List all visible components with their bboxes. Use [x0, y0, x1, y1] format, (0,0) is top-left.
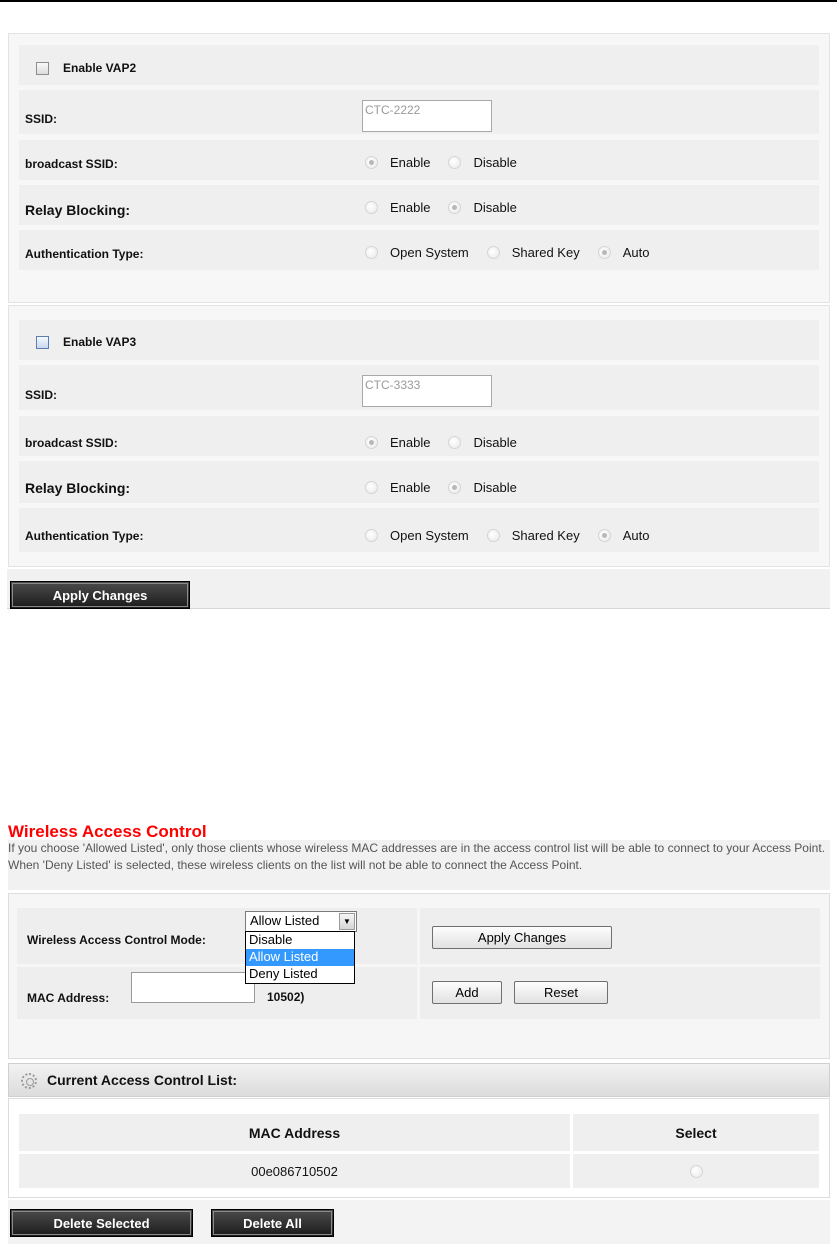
vap2-relay-disable-radio[interactable]: [448, 201, 462, 214]
acl-action-bar: Delete Selected Delete All: [8, 1200, 830, 1244]
vap3-broadcast-enable-label: Enable: [390, 435, 431, 450]
gear-icon: [21, 1073, 37, 1089]
vap3-enable-row: Enable VAP3: [19, 320, 819, 360]
table-row-select: [573, 1154, 819, 1188]
vap2-broadcast-disable-radio[interactable]: [448, 156, 462, 169]
vap3-auth-label: Authentication Type:: [25, 529, 144, 543]
vap2-relay-label: Relay Blocking:: [25, 202, 131, 218]
vap3-ssid-row: SSID: CTC-3333: [19, 365, 819, 410]
mode-dropdown-list: Disable Allow Listed Deny Listed: [245, 931, 355, 984]
vap3-relay-label: Relay Blocking:: [25, 480, 131, 496]
vap3-auth-auto-label: Auto: [622, 528, 650, 543]
acl-title: Current Access Control List:: [47, 1072, 238, 1088]
top-divider: [0, 0, 837, 2]
vap2-ssid-input[interactable]: CTC-2222: [362, 100, 492, 132]
wac-form: Wireless Access Control Mode: Apply Chan…: [8, 893, 830, 1059]
vap3-relay-disable-radio[interactable]: [448, 481, 462, 494]
vap3-relay-disable-label: Disable: [473, 480, 517, 495]
vap2-relay-radios: Enable Disable: [365, 200, 535, 215]
vap2-broadcast-radios: Enable Disable: [365, 155, 535, 170]
vap3-broadcast-enable-radio[interactable]: [365, 436, 378, 449]
vap-apply-bar: Apply Changes: [7, 569, 830, 609]
vap2-auth-row: Authentication Type: Open System Shared …: [19, 230, 819, 270]
vap-apply-changes-button[interactable]: Apply Changes: [10, 581, 190, 609]
wac-description: If you choose 'Allowed Listed', only tho…: [8, 841, 825, 872]
vap2-auth-open-radio[interactable]: [365, 246, 378, 259]
vap2-enable-label: Enable VAP2: [63, 61, 137, 75]
vap3-broadcast-label: broadcast SSID:: [25, 436, 118, 450]
mode-select-value: Allow Listed: [250, 913, 320, 928]
mac-address-label: MAC Address:: [27, 991, 110, 1005]
vap2-broadcast-enable-radio[interactable]: [365, 156, 378, 169]
vap3-auth-open-radio[interactable]: [365, 529, 378, 542]
vap2-enable-row: Enable VAP2: [19, 45, 819, 85]
vap2-ssid-row: SSID: CTC-2222: [19, 90, 819, 134]
reset-button[interactable]: Reset: [514, 981, 608, 1004]
vap2-auth-auto-radio[interactable]: [597, 246, 611, 259]
vap3-ssid-input[interactable]: CTC-3333: [362, 375, 492, 407]
vap3-broadcast-radios: Enable Disable: [365, 435, 535, 450]
vap2-auth-radios: Open System Shared Key Auto: [365, 245, 667, 260]
vap2-ssid-label: SSID:: [25, 112, 58, 126]
vap3-relay-row: Relay Blocking: Enable Disable: [19, 461, 819, 503]
vap2-broadcast-disable-label: Disable: [473, 155, 517, 170]
vap3-relay-radios: Enable Disable: [365, 480, 535, 495]
vap2-auth-shared-radio[interactable]: [486, 246, 500, 259]
vap2-relay-enable-radio[interactable]: [365, 201, 378, 214]
mode-option-allow-listed[interactable]: Allow Listed: [246, 949, 354, 966]
delete-selected-button[interactable]: Delete Selected: [10, 1209, 193, 1237]
mac-address-input[interactable]: [131, 972, 255, 1003]
vap2-auth-shared-label: Shared Key: [511, 245, 580, 260]
acl-row-select-radio[interactable]: [689, 1164, 703, 1178]
vap3-broadcast-row: broadcast SSID: Enable Disable: [19, 416, 819, 456]
vap3-auth-shared-radio[interactable]: [486, 529, 500, 542]
vap2-auth-auto-label: Auto: [622, 245, 650, 260]
wac-title: Wireless Access Control: [8, 822, 207, 841]
vap3-enable-label: Enable VAP3: [63, 335, 137, 349]
vap2-enable-checkbox[interactable]: [36, 62, 49, 75]
vap3-relay-enable-label: Enable: [390, 480, 431, 495]
vap2-relay-disable-label: Disable: [473, 200, 517, 215]
delete-all-button[interactable]: Delete All: [211, 1209, 334, 1237]
acl-col-select: Select: [573, 1114, 819, 1151]
vap3-relay-enable-radio[interactable]: [365, 481, 378, 494]
mode-option-deny-listed[interactable]: Deny Listed: [246, 966, 354, 983]
chevron-down-icon[interactable]: ▼: [339, 913, 355, 930]
vap3-broadcast-disable-radio[interactable]: [448, 436, 462, 449]
add-reset-cell: Add Reset: [420, 967, 820, 1019]
vap2-auth-open-label: Open System: [390, 245, 469, 260]
vap3-auth-open-label: Open System: [390, 528, 469, 543]
vap3-auth-radios: Open System Shared Key Auto: [365, 528, 667, 543]
mode-select[interactable]: Allow Listed ▼: [245, 911, 357, 932]
table-row-mac: 00e086710502: [19, 1154, 570, 1188]
mac-address-hint: 10502): [267, 990, 305, 1004]
vap3-auth-shared-label: Shared Key: [511, 528, 580, 543]
vap2-panel: Enable VAP2 SSID: CTC-2222 broadcast SSI…: [8, 33, 830, 303]
vap3-enable-checkbox[interactable]: [36, 336, 49, 349]
vap2-broadcast-label: broadcast SSID:: [25, 157, 118, 171]
vap2-broadcast-enable-label: Enable: [390, 155, 431, 170]
acl-table: MAC Address Select 00e086710502: [8, 1098, 830, 1198]
vap2-relay-enable-label: Enable: [390, 200, 431, 215]
apply-cell: Apply Changes: [420, 908, 820, 964]
acl-header: Current Access Control List:: [8, 1063, 830, 1097]
vap3-auth-auto-radio[interactable]: [597, 529, 611, 542]
add-button[interactable]: Add: [432, 981, 502, 1004]
wac-apply-changes-button[interactable]: Apply Changes: [432, 926, 612, 949]
vap2-broadcast-row: broadcast SSID: Enable Disable: [19, 140, 819, 180]
vap3-auth-row: Authentication Type: Open System Shared …: [19, 508, 819, 552]
vap3-broadcast-disable-label: Disable: [473, 435, 517, 450]
wac-description-box: If you choose 'Allowed Listed', only tho…: [8, 840, 830, 890]
vap2-relay-row: Relay Blocking: Enable Disable: [19, 185, 819, 225]
vap2-auth-label: Authentication Type:: [25, 247, 144, 261]
vap3-ssid-label: SSID:: [25, 388, 58, 402]
mode-option-disable[interactable]: Disable: [246, 932, 354, 949]
acl-col-mac: MAC Address: [19, 1114, 570, 1151]
mode-cell: Wireless Access Control Mode:: [17, 908, 417, 964]
mode-label: Wireless Access Control Mode:: [27, 933, 206, 947]
vap3-panel: Enable VAP3 SSID: CTC-3333 broadcast SSI…: [8, 305, 830, 567]
